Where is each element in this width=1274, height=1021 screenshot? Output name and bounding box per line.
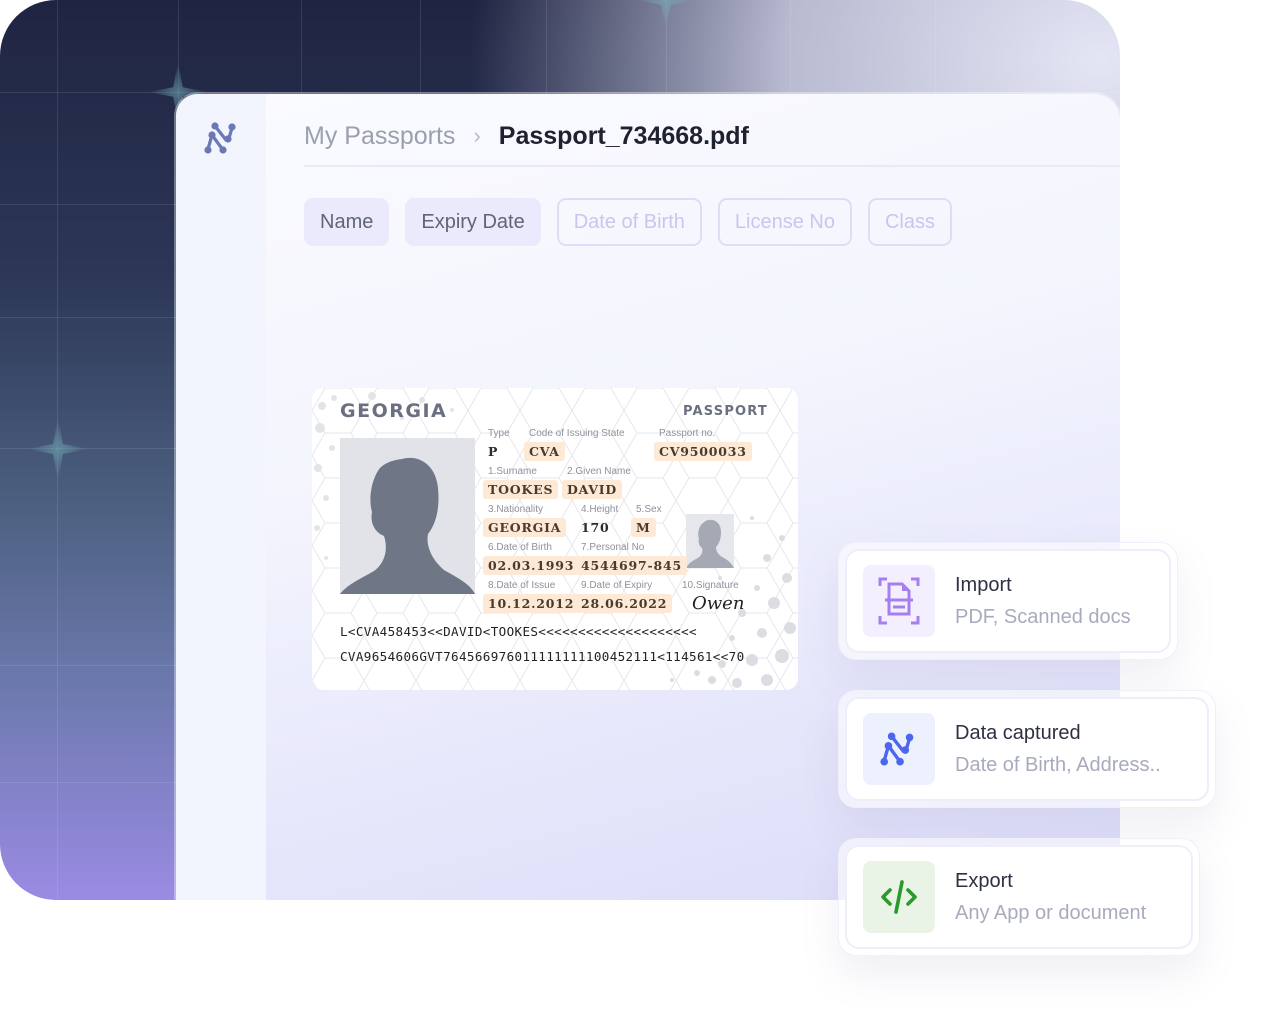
chip-expiry-date[interactable]: Expiry Date — [405, 198, 541, 246]
feature-card-subtitle: PDF, Scanned docs — [955, 605, 1131, 628]
app-logo-icon[interactable] — [204, 120, 240, 156]
feature-card-data-captured: Data captured Date of Birth, Address.. — [838, 690, 1216, 808]
import-card[interactable]: Import PDF, Scanned docs — [845, 549, 1171, 653]
passport-photo-small — [686, 514, 734, 568]
header-divider — [304, 165, 1120, 167]
feature-card-subtitle: Any App or document — [955, 901, 1147, 924]
field-signature-label: 10.Signature — [682, 580, 739, 591]
field-sex: 5.Sex M — [631, 504, 662, 537]
field-date-of-expiry: 9.Date of Expiry 28.06.2022 — [576, 580, 673, 613]
sparkle-decoration — [636, 0, 696, 30]
breadcrumb-current-file: Passport_734668.pdf — [498, 121, 749, 150]
passport-photo — [340, 438, 475, 594]
data-captured-card[interactable]: Data captured Date of Birth, Address.. — [845, 697, 1209, 801]
field-passport-no: Passport no. CV9500033 — [654, 428, 752, 461]
document-scan-icon — [878, 577, 920, 625]
data-captured-icon-tile — [863, 713, 935, 785]
chip-date-of-birth[interactable]: Date of Birth — [556, 198, 702, 246]
signature-mark: Owen — [692, 593, 745, 614]
feature-card-subtitle: Date of Birth, Address.. — [955, 753, 1161, 776]
mrz-line-1: L<CVA458453<<DAVID<TOOKES<<<<<<<<<<<<<<<… — [340, 624, 697, 639]
field-nationality: 3.Nationality GEORGIA — [483, 504, 567, 537]
field-date-of-birth: 6.Date of Birth 02.03.1993 — [483, 542, 580, 575]
chip-name[interactable]: Name — [304, 198, 390, 246]
feature-card-export: Export Any App or document — [838, 838, 1200, 956]
import-icon-tile — [863, 565, 935, 637]
feature-card-import: Import PDF, Scanned docs — [838, 542, 1178, 660]
field-type: Type P — [488, 428, 510, 459]
export-card[interactable]: Export Any App or document — [845, 845, 1193, 949]
field-date-of-issue: 8.Date of Issue 10.12.2012 — [483, 580, 580, 613]
breadcrumb: My Passports › Passport_734668.pdf — [304, 118, 749, 154]
feature-card-title: Data captured — [955, 721, 1081, 744]
passport-doc-type: PASSPORT — [682, 404, 768, 419]
passport-document-preview: GEORGIA PASSPORT Type P Code of Issuing … — [312, 388, 798, 690]
field-given-name: 2.Given Name DAVID — [562, 466, 631, 499]
breadcrumb-parent-link[interactable]: My Passports — [304, 122, 455, 151]
nodes-logo-icon — [880, 732, 914, 766]
chip-class[interactable]: Class — [867, 198, 952, 246]
sparkle-decoration — [27, 418, 89, 480]
field-issuing-state: Code of Issuing State CVA — [524, 428, 625, 461]
passport-country: GEORGIA — [340, 400, 448, 422]
mrz-line-2: CVA9654606GVT764566976011111111100452111… — [340, 649, 745, 664]
feature-card-title: Export — [955, 869, 1013, 892]
person-silhouette-icon — [340, 457, 475, 594]
export-icon-tile — [863, 861, 935, 933]
chevron-right-icon: › — [473, 123, 481, 148]
field-personal-no: 7.Personal No 4544697-845 — [576, 542, 687, 575]
sidebar — [176, 94, 266, 900]
person-silhouette-icon — [686, 519, 734, 568]
field-filter-chips: Name Expiry Date Date of Birth License N… — [304, 198, 952, 246]
code-icon — [881, 880, 917, 914]
chip-license-no[interactable]: License No — [717, 198, 852, 246]
field-surname: 1.Surname TOOKES — [483, 466, 559, 499]
feature-card-title: Import — [955, 573, 1012, 596]
field-height: 4.Height 170 — [581, 504, 619, 535]
